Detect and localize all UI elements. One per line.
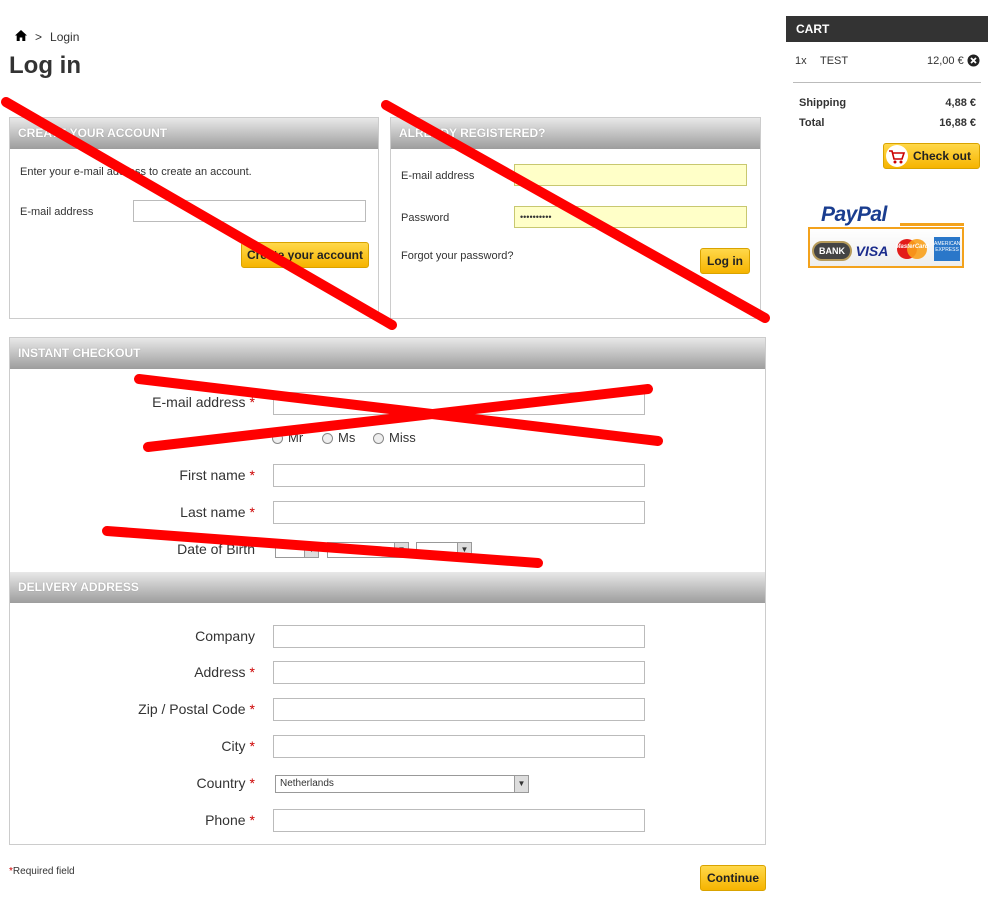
title-ms-label: Ms xyxy=(338,430,356,445)
paypal-logo: PayPal BANK VISA MasterCard AMERICAN EXP… xyxy=(808,203,964,268)
forgot-password-link[interactable]: Forgot your password? xyxy=(401,250,514,262)
create-account-button[interactable]: Create your account xyxy=(241,242,369,268)
dob-day-select[interactable]: - ▼ xyxy=(275,542,319,558)
first-name-field[interactable] xyxy=(273,464,645,487)
amex-logo: AMERICAN EXPRESS xyxy=(934,237,960,261)
cart-item-name[interactable]: TEST xyxy=(820,55,848,67)
country-select[interactable]: Netherlands ▼ xyxy=(275,775,529,793)
home-icon[interactable] xyxy=(15,30,27,44)
mastercard-logo: MasterCard xyxy=(894,237,930,261)
create-account-header: CREATE YOUR ACCOUNT xyxy=(10,118,378,149)
continue-button[interactable]: Continue xyxy=(700,865,766,891)
dob-year-select[interactable]: ▼ xyxy=(416,542,472,558)
registered-panel: ALREADY REGISTERED? E-mail address Passw… xyxy=(390,117,761,319)
title-radio-ms[interactable] xyxy=(322,433,333,444)
login-email-field[interactable] xyxy=(514,164,747,186)
last-name-field[interactable] xyxy=(273,501,645,524)
address-field[interactable] xyxy=(273,661,645,684)
company-label: Company xyxy=(195,628,255,644)
checkout-label: Check out xyxy=(912,149,971,163)
create-account-intro: Enter your e-mail address to create an a… xyxy=(20,166,252,178)
dob-month-select[interactable]: ▼ xyxy=(327,542,409,558)
dob-label: Date of Birth xyxy=(177,541,255,557)
cart-divider xyxy=(793,82,981,83)
checkout-email-label: E-mail address * xyxy=(152,394,255,410)
cart-item-qty: 1x xyxy=(795,55,807,67)
first-name-label: First name * xyxy=(179,467,255,483)
create-account-email-label: E-mail address xyxy=(20,206,94,218)
zip-label: Zip / Postal Code * xyxy=(138,701,255,717)
login-email-label: E-mail address xyxy=(401,170,475,182)
country-label: Country * xyxy=(196,775,255,791)
create-account-panel: CREATE YOUR ACCOUNT Enter your e-mail ad… xyxy=(9,117,379,319)
registered-header: ALREADY REGISTERED? xyxy=(391,118,760,149)
address-label: Address * xyxy=(194,664,255,680)
phone-field[interactable] xyxy=(273,809,645,832)
breadcrumb-separator: > xyxy=(35,30,43,44)
title-mr-label: Mr xyxy=(288,430,304,445)
total-value: 16,88 € xyxy=(939,117,976,129)
login-password-label: Password xyxy=(401,212,450,224)
checkout-email-field[interactable] xyxy=(273,392,645,415)
shipping-value: 4,88 € xyxy=(945,97,976,109)
last-name-label: Last name * xyxy=(180,504,255,520)
remove-circle-icon[interactable] xyxy=(967,54,980,70)
login-button[interactable]: Log in xyxy=(700,248,750,274)
create-account-email-field[interactable] xyxy=(133,200,366,222)
bank-card-logo: BANK xyxy=(812,241,852,261)
cart-header: CART xyxy=(786,16,988,42)
breadcrumb: > Login xyxy=(15,30,79,44)
city-field[interactable] xyxy=(273,735,645,758)
title-radio-mr[interactable] xyxy=(272,433,283,444)
visa-logo: VISA xyxy=(855,243,889,259)
breadcrumb-current: Login xyxy=(50,30,80,44)
company-field[interactable] xyxy=(273,625,645,648)
page-title: Log in xyxy=(9,52,81,79)
instant-checkout-header: INSTANT CHECKOUT xyxy=(10,338,765,369)
total-label: Total xyxy=(799,117,825,129)
required-field-note: *Required field xyxy=(9,866,75,877)
shopping-cart-icon xyxy=(886,145,908,167)
paypal-wordmark: PayPal xyxy=(821,203,887,226)
shipping-label: Shipping xyxy=(799,97,847,109)
zip-field[interactable] xyxy=(273,698,645,721)
phone-label: Phone * xyxy=(205,812,255,828)
delivery-header: DELIVERY ADDRESS xyxy=(10,572,765,603)
title-miss-label: Miss xyxy=(389,430,416,445)
title-radio-miss[interactable] xyxy=(373,433,384,444)
login-password-field[interactable]: •••••••••• xyxy=(514,206,747,228)
city-label: City * xyxy=(221,738,255,754)
checkout-button[interactable]: Check out xyxy=(883,143,980,169)
cart-item-price: 12,00 € xyxy=(927,55,964,67)
